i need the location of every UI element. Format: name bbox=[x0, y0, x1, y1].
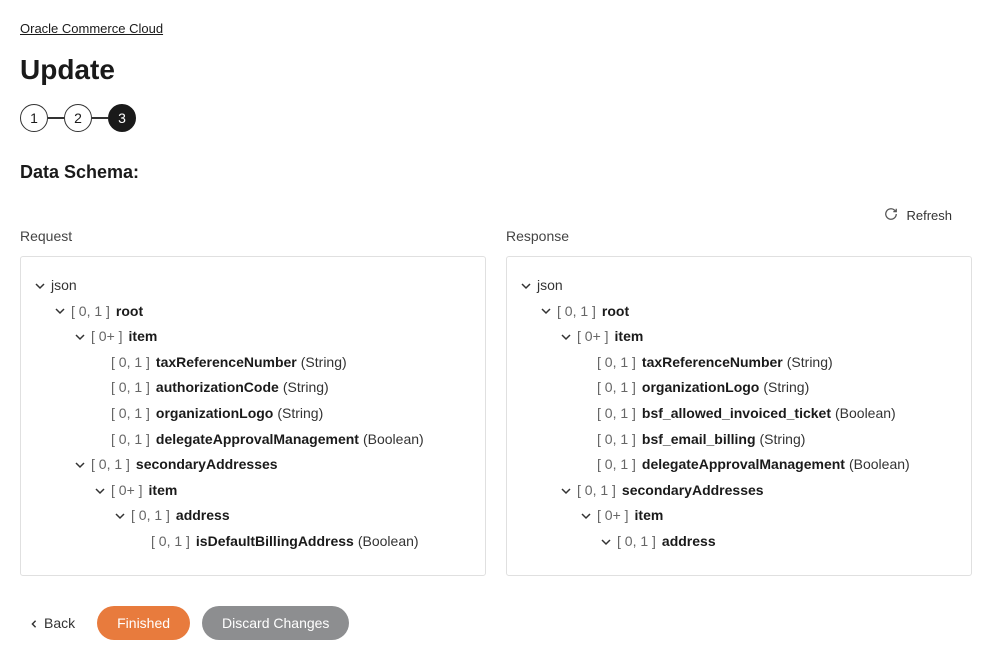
field-name: delegateApprovalManagement bbox=[156, 430, 359, 450]
node-item: item bbox=[129, 327, 158, 347]
back-button[interactable]: Back bbox=[20, 609, 85, 637]
chevron-down-icon[interactable] bbox=[91, 482, 109, 500]
chevron-down-icon[interactable] bbox=[71, 456, 89, 474]
field-type: (String) bbox=[301, 353, 347, 373]
chevron-down-icon[interactable] bbox=[557, 328, 575, 346]
response-column: Response json [ 0, 1 ] root bbox=[506, 228, 972, 576]
chevron-down-icon[interactable] bbox=[537, 302, 555, 320]
cardinality: [ 0, 1 ] bbox=[597, 455, 636, 475]
chevron-down-icon[interactable] bbox=[111, 507, 129, 525]
field-type: (String) bbox=[760, 430, 806, 450]
field-type: (String) bbox=[283, 378, 329, 398]
stepper: 1 2 3 bbox=[20, 104, 972, 132]
back-label: Back bbox=[44, 615, 75, 631]
cardinality: [ 0+ ] bbox=[577, 327, 609, 347]
response-header: Response bbox=[506, 228, 972, 244]
section-title: Data Schema: bbox=[20, 162, 972, 183]
step-3[interactable]: 3 bbox=[108, 104, 136, 132]
page-title: Update bbox=[20, 54, 972, 86]
node-root: root bbox=[602, 302, 629, 322]
node-root: root bbox=[116, 302, 143, 322]
field-name: organizationLogo bbox=[642, 378, 759, 398]
step-1[interactable]: 1 bbox=[20, 104, 48, 132]
field-type: (Boolean) bbox=[363, 430, 424, 450]
field-name: bsf_email_billing bbox=[642, 430, 756, 450]
cardinality: [ 0, 1 ] bbox=[597, 353, 636, 373]
cardinality: [ 0+ ] bbox=[597, 506, 629, 526]
node-json: json bbox=[51, 276, 77, 296]
node-json: json bbox=[537, 276, 563, 296]
breadcrumb-link[interactable]: Oracle Commerce Cloud bbox=[20, 21, 163, 36]
chevron-down-icon[interactable] bbox=[51, 302, 69, 320]
node-item: item bbox=[615, 327, 644, 347]
chevron-down-icon[interactable] bbox=[577, 507, 595, 525]
cardinality: [ 0, 1 ] bbox=[111, 404, 150, 424]
cardinality: [ 0, 1 ] bbox=[597, 404, 636, 424]
field-name: bsf_allowed_invoiced_ticket bbox=[642, 404, 831, 424]
node-address: address bbox=[176, 506, 230, 526]
step-2[interactable]: 2 bbox=[64, 104, 92, 132]
field-name: taxReferenceNumber bbox=[156, 353, 297, 373]
field-type: (Boolean) bbox=[835, 404, 896, 424]
cardinality: [ 0, 1 ] bbox=[577, 481, 616, 501]
cardinality: [ 0, 1 ] bbox=[111, 353, 150, 373]
request-schema-panel: json [ 0, 1 ] root [ bbox=[20, 256, 486, 576]
cardinality: [ 0, 1 ] bbox=[111, 430, 150, 450]
step-connector bbox=[92, 117, 108, 119]
cardinality: [ 0, 1 ] bbox=[557, 302, 596, 322]
field-type: (String) bbox=[277, 404, 323, 424]
cardinality: [ 0, 1 ] bbox=[91, 455, 130, 475]
cardinality: [ 0, 1 ] bbox=[131, 506, 170, 526]
response-schema-panel: json [ 0, 1 ] root [ bbox=[506, 256, 972, 576]
chevron-down-icon[interactable] bbox=[517, 277, 535, 295]
refresh-button[interactable]: Refresh bbox=[884, 207, 952, 224]
footer-buttons: Back Finished Discard Changes bbox=[20, 606, 972, 640]
cardinality: [ 0, 1 ] bbox=[617, 532, 656, 552]
field-type: (Boolean) bbox=[358, 532, 419, 552]
field-name: delegateApprovalManagement bbox=[642, 455, 845, 475]
cardinality: [ 0, 1 ] bbox=[111, 378, 150, 398]
field-name: organizationLogo bbox=[156, 404, 273, 424]
refresh-icon bbox=[884, 207, 898, 224]
discard-button[interactable]: Discard Changes bbox=[202, 606, 349, 640]
chevron-down-icon[interactable] bbox=[557, 482, 575, 500]
node-item: item bbox=[149, 481, 178, 501]
chevron-down-icon[interactable] bbox=[597, 533, 615, 551]
field-name: authorizationCode bbox=[156, 378, 279, 398]
finished-button[interactable]: Finished bbox=[97, 606, 190, 640]
refresh-label: Refresh bbox=[906, 208, 952, 223]
cardinality: [ 0, 1 ] bbox=[71, 302, 110, 322]
node-secondary-addresses: secondaryAddresses bbox=[622, 481, 764, 501]
cardinality: [ 0, 1 ] bbox=[597, 378, 636, 398]
field-type: (String) bbox=[787, 353, 833, 373]
cardinality: [ 0, 1 ] bbox=[597, 430, 636, 450]
chevron-left-icon bbox=[30, 615, 38, 631]
node-address: address bbox=[662, 532, 716, 552]
field-type: (String) bbox=[763, 378, 809, 398]
request-column: Request json [ 0, 1 ] root bbox=[20, 228, 486, 576]
field-type: (Boolean) bbox=[849, 455, 910, 475]
node-secondary-addresses: secondaryAddresses bbox=[136, 455, 278, 475]
cardinality: [ 0+ ] bbox=[111, 481, 143, 501]
field-name: taxReferenceNumber bbox=[642, 353, 783, 373]
request-header: Request bbox=[20, 228, 486, 244]
node-item: item bbox=[635, 506, 664, 526]
step-connector bbox=[48, 117, 64, 119]
chevron-down-icon[interactable] bbox=[31, 277, 49, 295]
field-name: isDefaultBillingAddress bbox=[196, 532, 354, 552]
cardinality: [ 0+ ] bbox=[91, 327, 123, 347]
chevron-down-icon[interactable] bbox=[71, 328, 89, 346]
cardinality: [ 0, 1 ] bbox=[151, 532, 190, 552]
